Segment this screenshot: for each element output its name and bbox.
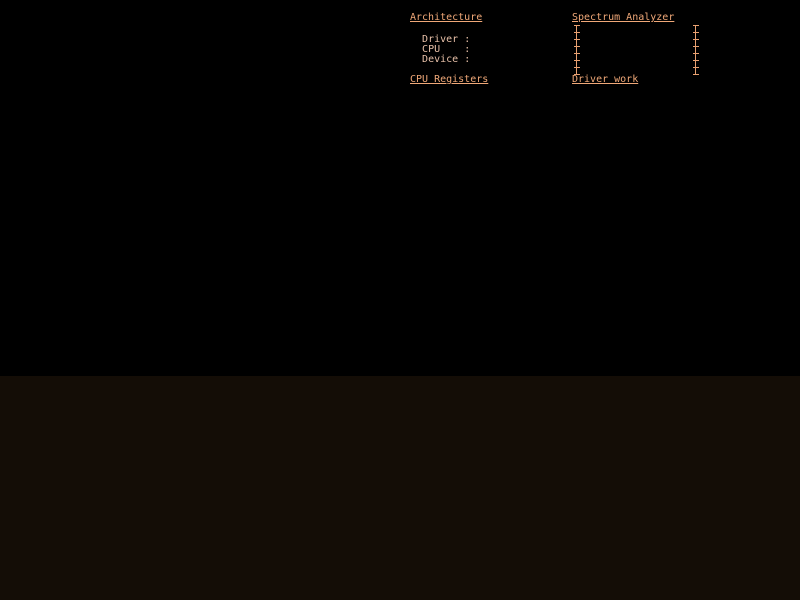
device-sep: : — [464, 54, 471, 65]
spectrum-right-tick — [693, 46, 699, 47]
spectrum-left-tick — [574, 53, 580, 54]
spectrum-right-tick — [693, 74, 699, 75]
spectrum-right-tick — [693, 67, 699, 68]
spectrum-left-tick — [574, 67, 580, 68]
spectrum-analyzer-title[interactable]: Spectrum Analyzer — [572, 13, 674, 23]
spectrum-left-tick — [574, 39, 580, 40]
secondary-display-pane — [0, 376, 800, 600]
spectrum-left-tick — [574, 32, 580, 33]
spectrum-right-tick — [693, 25, 699, 26]
cpu-registers-title[interactable]: CPU Registers — [410, 75, 488, 85]
spectrum-right-tick — [693, 53, 699, 54]
spectrum-left-tick — [574, 25, 580, 26]
spectrum-left-scale — [574, 25, 580, 75]
spectrum-left-tick — [574, 46, 580, 47]
architecture-title[interactable]: Architecture — [410, 13, 482, 23]
spectrum-right-tick — [693, 60, 699, 61]
spectrum-right-tick — [693, 39, 699, 40]
main-display-pane — [0, 0, 800, 376]
device-label: Device — [422, 54, 459, 65]
spectrum-right-scale — [693, 25, 699, 75]
device-field: Device : — [410, 45, 476, 65]
spectrum-left-tick — [574, 60, 580, 61]
driver-work-title[interactable]: Driver work — [572, 75, 638, 85]
spectrum-right-tick — [693, 32, 699, 33]
